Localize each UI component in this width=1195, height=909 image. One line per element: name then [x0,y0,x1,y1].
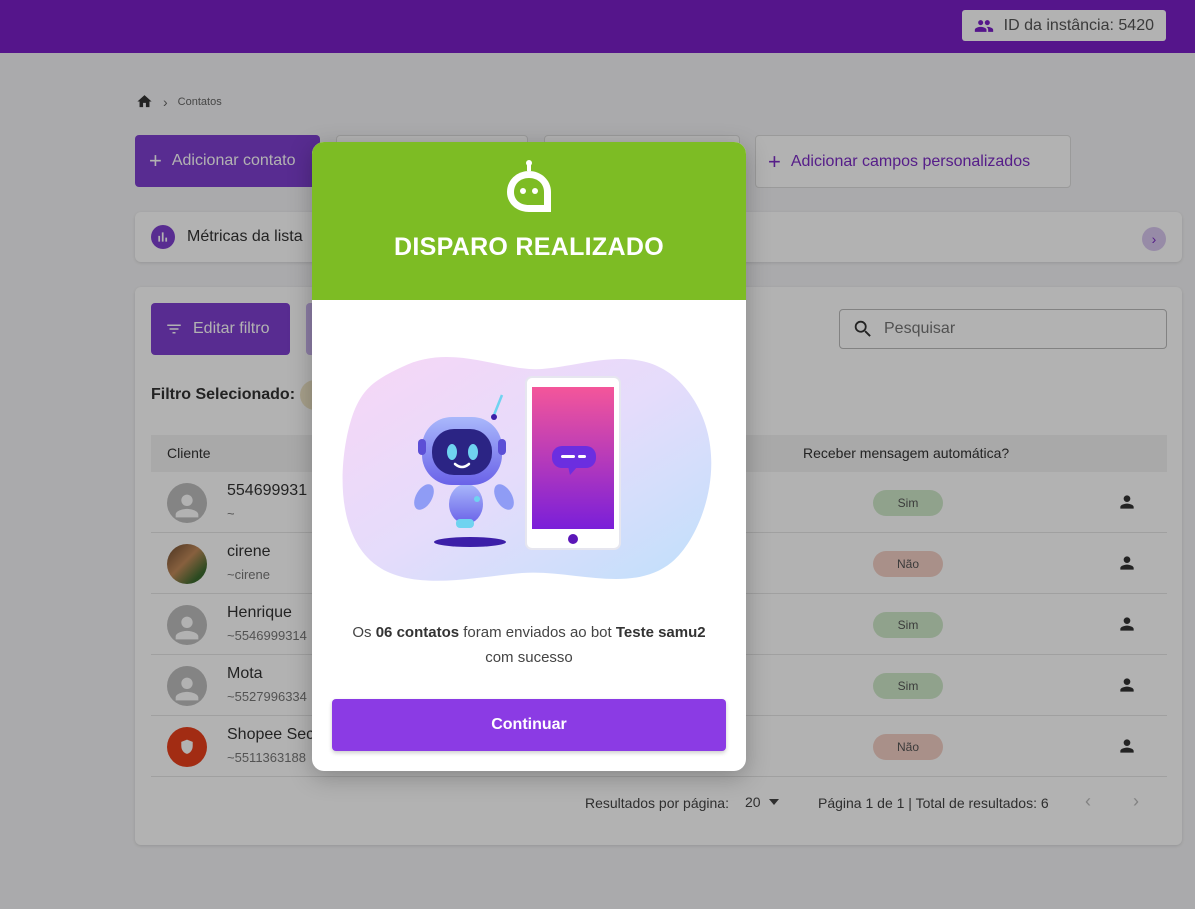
bot-name: Teste samu2 [615,624,706,641]
bot-logo-icon [507,160,551,212]
modal-title: DISPARO REALIZADO [394,233,664,261]
modal-message: Os 06 contatos foram enviados ao bot Tes… [352,624,706,666]
success-modal: DISPARO REALIZADO Os 06 contatos foram e… [312,142,746,771]
contacts-count: 06 contatos [375,624,460,641]
continue-button[interactable]: Continuar [332,699,726,751]
modal-header: DISPARO REALIZADO [312,142,746,300]
robot-phone-illustration [342,356,712,581]
